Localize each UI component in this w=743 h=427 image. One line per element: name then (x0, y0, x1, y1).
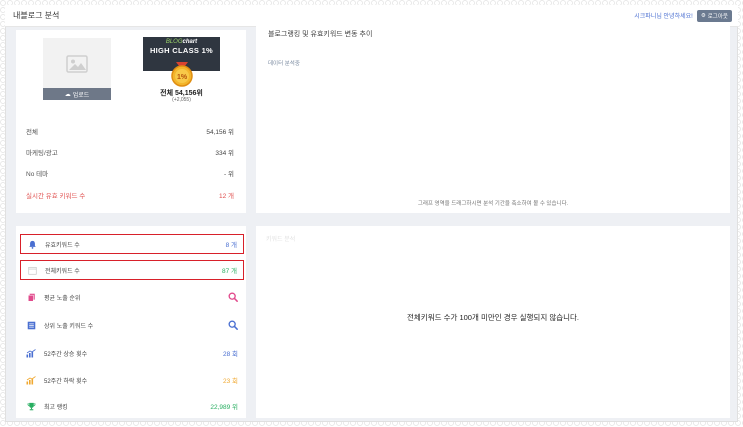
stat-value: 28 회 (222, 351, 238, 358)
stat-label: 상위 노출 키워드 수 (44, 323, 94, 330)
stat-row-best-rank: 최고 랭킹 22,989 위 (20, 396, 244, 416)
keyword-analysis-title: 키워드 분석 (266, 237, 296, 243)
stat-row-valid-keywords: 유효키워드 수 8 개 (20, 234, 244, 254)
cloud-upload-icon: ☁ (64, 91, 71, 98)
logout-label: 로그아웃 (707, 13, 728, 20)
stat-label: 52주간 하락 횟수 (44, 378, 88, 385)
search-icon[interactable] (228, 320, 238, 330)
stat-label: 최고 랭킹 (44, 404, 68, 411)
rank-row-label: No 테마 (26, 171, 49, 178)
rank-change: (+2,055) (172, 97, 191, 103)
rank-row-label: 마케팅/광고 (26, 150, 58, 157)
page-title: 내블로그 분석 (13, 11, 60, 20)
stat-row-top-exposure: 상위 노출 키워드 수 (20, 315, 244, 335)
stat-label: 전체키워드 수 (45, 268, 80, 275)
stat-label: 유효키워드 수 (45, 242, 80, 249)
upload-button[interactable]: ☁ 업로드 (43, 88, 111, 100)
stat-row-52w-rise: 52주간 상승 횟수 28 회 (20, 343, 244, 363)
rank-row-theme: No 테마 - 위 (26, 168, 234, 178)
keyword-analysis-panel: 키워드 분석 전체키워드 수가 100개 미만인 경우 실행되지 않습니다. (256, 226, 730, 418)
medal-icon: 1% (171, 62, 193, 87)
stats-panel: 유효키워드 수 8 개 전체키워드 수 87 개 평균 노출 순위 상위 노출 … (16, 226, 246, 418)
rank-row-label: 전체 (26, 129, 38, 136)
rank-row-marketing: 마케팅/광고 334 위 (26, 147, 234, 157)
bell-icon (27, 239, 37, 249)
stat-value: 87 개 (221, 268, 237, 275)
rank-row-value: 334 위 (215, 150, 234, 157)
medal-text: 1% (177, 74, 188, 81)
logout-button[interactable]: ⚙ 로그아웃 (696, 9, 732, 22)
stat-value: 8 개 (225, 242, 237, 249)
trophy-icon (26, 401, 36, 411)
rank-row-value: - 위 (224, 171, 234, 178)
stat-value: 22,989 위 (210, 404, 238, 411)
list-icon (26, 320, 36, 330)
stat-row-avg-rank: 평균 노출 순위 (20, 287, 244, 307)
badge-brand-prefix: BLOG (165, 39, 183, 45)
upload-label: 업로드 (72, 92, 90, 99)
wrench-icon: ⚙ (700, 12, 706, 19)
chart-hint: 그래프 영역을 드래그하시면 분석 기간을 축소하여 볼 수 있습니다. (417, 201, 569, 207)
chart-down-icon (26, 375, 36, 385)
chart-up-icon (26, 348, 36, 358)
trend-chart-panel[interactable]: 블로그랭킹 및 유효키워드 변동 추이 데이터 분석중 그래프 영역을 드래그하… (256, 24, 730, 213)
chart-title: 블로그랭킹 및 유효키워드 변동 추이 (268, 31, 373, 38)
badge-class-label: HIGH CLASS 1% (149, 46, 214, 55)
stat-label: 52주간 상승 횟수 (44, 351, 88, 358)
chart-status: 데이터 분석중 (268, 61, 300, 67)
badge-brand: BLOGchart (143, 37, 220, 45)
image-placeholder-icon (66, 55, 88, 73)
rank-row-value: 54,156 위 (206, 129, 234, 136)
rank-row-label: 실시간 유효 키워드 수 (26, 193, 86, 200)
rank-row-realtime-keywords: 실시간 유효 키워드 수 12 개 (26, 190, 234, 200)
stat-value: 23 회 (222, 378, 238, 385)
search-icon[interactable] (228, 292, 238, 302)
user-area: 시크파니님 안녕하세요! ⚙ 로그아웃 (634, 9, 732, 22)
badge-brand-suffix: chart (182, 39, 198, 45)
avatar (43, 38, 111, 90)
stat-label: 평균 노출 순위 (44, 295, 81, 302)
stat-row-52w-fall: 52주간 하락 횟수 23 회 (20, 370, 244, 390)
greeting-text: 시크파니님 안녕하세요! (634, 14, 693, 20)
copy-icon (26, 292, 36, 302)
profile-panel: ☁ 업로드 BLOGchart HIGH CLASS 1% 1% 전체 54,1… (16, 30, 246, 213)
stat-row-total-keywords: 전체키워드 수 87 개 (20, 260, 244, 280)
rank-row-value: 12 개 (218, 193, 234, 200)
keyword-analysis-message: 전체키워드 수가 100개 미만인 경우 실행되지 않습니다. (407, 313, 579, 322)
rank-row-overall: 전체 54,156 위 (26, 126, 234, 136)
calendar-icon (27, 265, 37, 275)
